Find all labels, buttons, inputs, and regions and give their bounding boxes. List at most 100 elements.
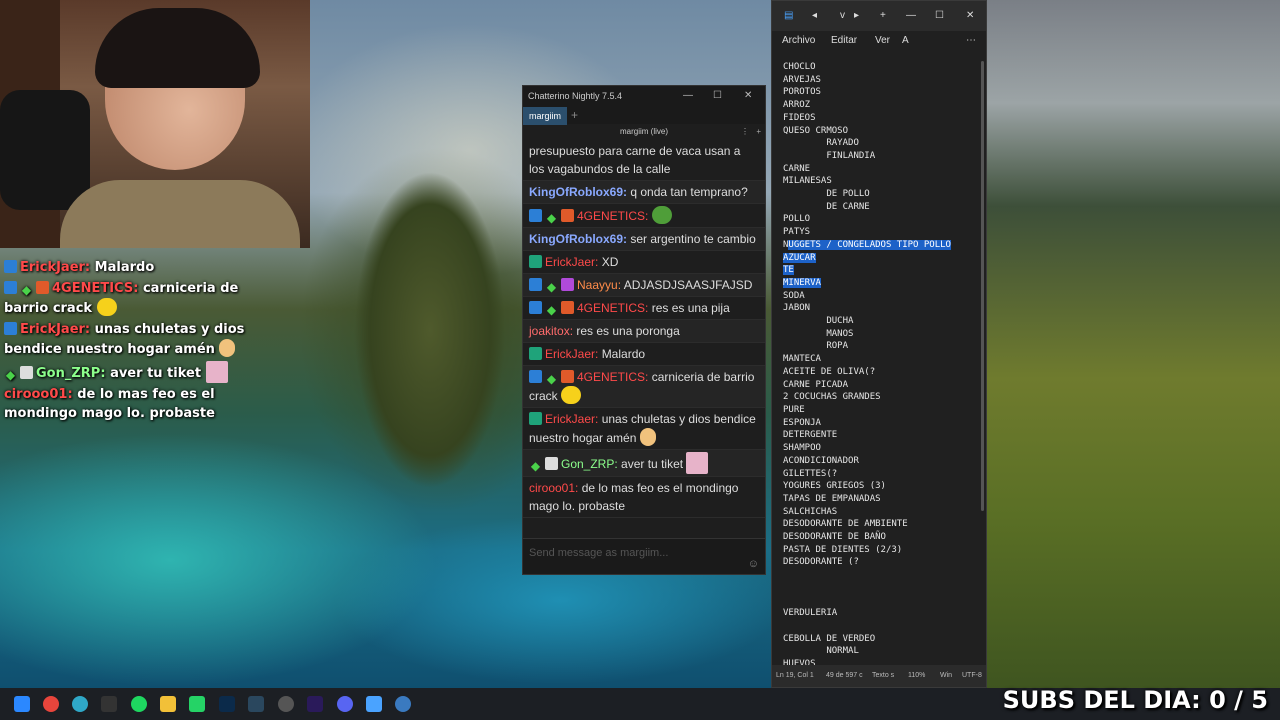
chatterino-icon[interactable] xyxy=(395,696,411,712)
sub-badge-icon xyxy=(561,278,574,291)
sub-badge-icon xyxy=(561,301,574,314)
notepad-text-area[interactable]: CHOCLO ARVEJAS POROTOS ARROZ FIDEOS QUES… xyxy=(772,61,982,666)
star-badge-icon: ◆ xyxy=(546,280,557,294)
notepad-icon[interactable] xyxy=(366,696,382,712)
prime-badge-icon xyxy=(20,366,33,379)
overlay-message: cirooo01: de lo mas feo es el mondingo m… xyxy=(4,385,254,423)
whatsapp-icon[interactable] xyxy=(189,696,205,712)
close-icon[interactable]: ✕ xyxy=(966,10,974,21)
menu-editar[interactable]: Editar xyxy=(831,35,857,46)
username[interactable]: 4GENETICS: xyxy=(577,209,648,223)
chat-message: ◆ 4GENETICS: xyxy=(523,204,765,228)
star-badge-icon: ◆ xyxy=(5,368,16,382)
spotify-icon[interactable] xyxy=(131,696,147,712)
photoshop-icon[interactable] xyxy=(219,696,235,712)
overlay-message: ◆ 4GENETICS: carniceria de barrio crack xyxy=(4,279,254,318)
mod-badge-icon xyxy=(529,370,542,383)
subs-counter: SUBS DEL DIA: 0 / 5 xyxy=(1002,686,1268,714)
username[interactable]: 4GENETICS: xyxy=(577,370,648,384)
overlay-username: ErickJaer: xyxy=(20,260,91,275)
username[interactable]: ErickJaer: xyxy=(545,412,598,426)
discord-icon[interactable] xyxy=(337,696,353,712)
message-text: presupuesto para carne de vaca usan a lo… xyxy=(529,144,741,176)
overlay-username: cirooo01: xyxy=(4,387,73,402)
chatterino-tabbar: margiim + xyxy=(523,106,765,125)
username[interactable]: joakitox: xyxy=(529,324,573,338)
mod-badge-icon xyxy=(4,322,17,335)
minimize-icon[interactable]: — xyxy=(683,86,693,106)
minimize-icon[interactable]: — xyxy=(906,10,916,21)
chrome-icon[interactable] xyxy=(43,696,59,712)
chatterino-titlebar[interactable]: Chatterino Nightly 7.5.4 — ☐ ✕ xyxy=(523,86,765,106)
notepad-statusbar: Ln 19, Col 1 49 de 597 c Texto s 110% Wi… xyxy=(772,665,986,687)
picture-emote-icon xyxy=(205,361,228,383)
encoding[interactable]: UTF-8 xyxy=(962,672,982,679)
chatterino-window[interactable]: Chatterino Nightly 7.5.4 — ☐ ✕ margiim + … xyxy=(522,85,766,575)
message-text: XD xyxy=(601,255,619,269)
settings-icon[interactable] xyxy=(278,696,294,712)
mod-badge-icon xyxy=(4,281,17,294)
notepad-titlebar[interactable]: ▤ ◂ v ▸ + — ☐ ✕ xyxy=(772,1,986,31)
premiere-icon[interactable] xyxy=(307,696,323,712)
username[interactable]: Gon_ZRP: xyxy=(561,457,618,471)
chat-message: ErickJaer: Malardo xyxy=(523,343,765,366)
tab-margiim[interactable]: margiim xyxy=(523,107,568,125)
webcam-chair xyxy=(0,90,90,210)
maximize-icon[interactable]: ☐ xyxy=(935,10,944,21)
username[interactable]: Naayyu: xyxy=(577,278,621,292)
overlay-username: ErickJaer: xyxy=(20,322,91,337)
more-options-icon[interactable]: ⋮ xyxy=(741,124,749,140)
username[interactable]: cirooo01: xyxy=(529,481,578,495)
more-options-icon[interactable]: ⋯ xyxy=(966,35,976,46)
username[interactable]: ErickJaer: xyxy=(545,255,598,269)
maximize-icon[interactable]: ☐ xyxy=(713,86,722,106)
vertical-scrollbar[interactable] xyxy=(981,61,984,511)
praying-hands-emote-icon xyxy=(639,428,656,446)
username[interactable]: KingOfRoblox69: xyxy=(529,185,627,199)
username[interactable]: ErickJaer: xyxy=(545,347,598,361)
username[interactable]: 4GENETICS: xyxy=(577,301,648,315)
sub-badge-icon xyxy=(561,370,574,383)
overlay-username: 4GENETICS: xyxy=(52,281,139,296)
pepe-emote-icon xyxy=(651,206,672,224)
obs-icon[interactable] xyxy=(101,696,117,712)
chat-message: KingOfRoblox69: ser argentino te cambio xyxy=(523,228,765,251)
add-split-icon[interactable]: + xyxy=(756,124,761,140)
close-icon[interactable]: ✕ xyxy=(744,86,752,106)
chat-message: KingOfRoblox69: q onda tan temprano? xyxy=(523,181,765,204)
message-text: ADJASDJSAASJFAJSD xyxy=(623,278,753,292)
chat-message: ErickJaer: unas chuletas y dios bendice … xyxy=(523,408,765,450)
menu-archivo[interactable]: Archivo xyxy=(782,35,815,46)
webcam-shirt xyxy=(60,180,300,248)
sub-badge-icon xyxy=(36,281,49,294)
prime-badge-icon xyxy=(545,457,558,470)
line-ending[interactable]: Win xyxy=(940,672,952,679)
tabs-dropdown-icon[interactable]: v xyxy=(840,10,845,21)
windows-start-icon[interactable] xyxy=(14,696,30,712)
sub-badge-icon xyxy=(561,209,574,222)
smug-emote-icon xyxy=(96,298,117,316)
new-tab-icon[interactable]: + xyxy=(880,10,886,21)
message-input-placeholder: Send message as margiim... xyxy=(529,547,669,559)
edge-icon[interactable] xyxy=(72,696,88,712)
webcam-hair xyxy=(95,8,260,88)
username[interactable]: KingOfRoblox69: xyxy=(529,232,627,246)
file-explorer-icon[interactable] xyxy=(160,696,176,712)
window-title: Chatterino Nightly 7.5.4 xyxy=(528,91,623,101)
zoom-level[interactable]: 110% xyxy=(908,672,925,679)
text-info: Texto s xyxy=(872,672,895,679)
chat-messages[interactable]: presupuesto para carne de vaca usan a lo… xyxy=(523,140,765,540)
star-badge-icon: ◆ xyxy=(530,459,541,473)
add-tab-icon[interactable]: + xyxy=(571,108,578,122)
emoji-picker-icon[interactable]: ☺ xyxy=(748,558,759,570)
steam-icon[interactable] xyxy=(248,696,264,712)
message-text: q onda tan temprano? xyxy=(630,185,748,199)
tab-forward-icon[interactable]: ▸ xyxy=(854,10,859,21)
tab-back-icon[interactable]: ◂ xyxy=(812,10,817,21)
message-input[interactable]: Send message as margiim... ☺ xyxy=(523,538,765,574)
notepad-window[interactable]: ▤ ◂ v ▸ + — ☐ ✕ Archivo Editar Ver A ⋯ C… xyxy=(771,0,987,688)
message-text: ser argentino te cambio xyxy=(630,232,756,246)
praying-hands-emote-icon xyxy=(219,339,236,357)
spellcheck-icon[interactable]: A xyxy=(902,35,909,46)
menu-ver[interactable]: Ver xyxy=(875,35,890,46)
